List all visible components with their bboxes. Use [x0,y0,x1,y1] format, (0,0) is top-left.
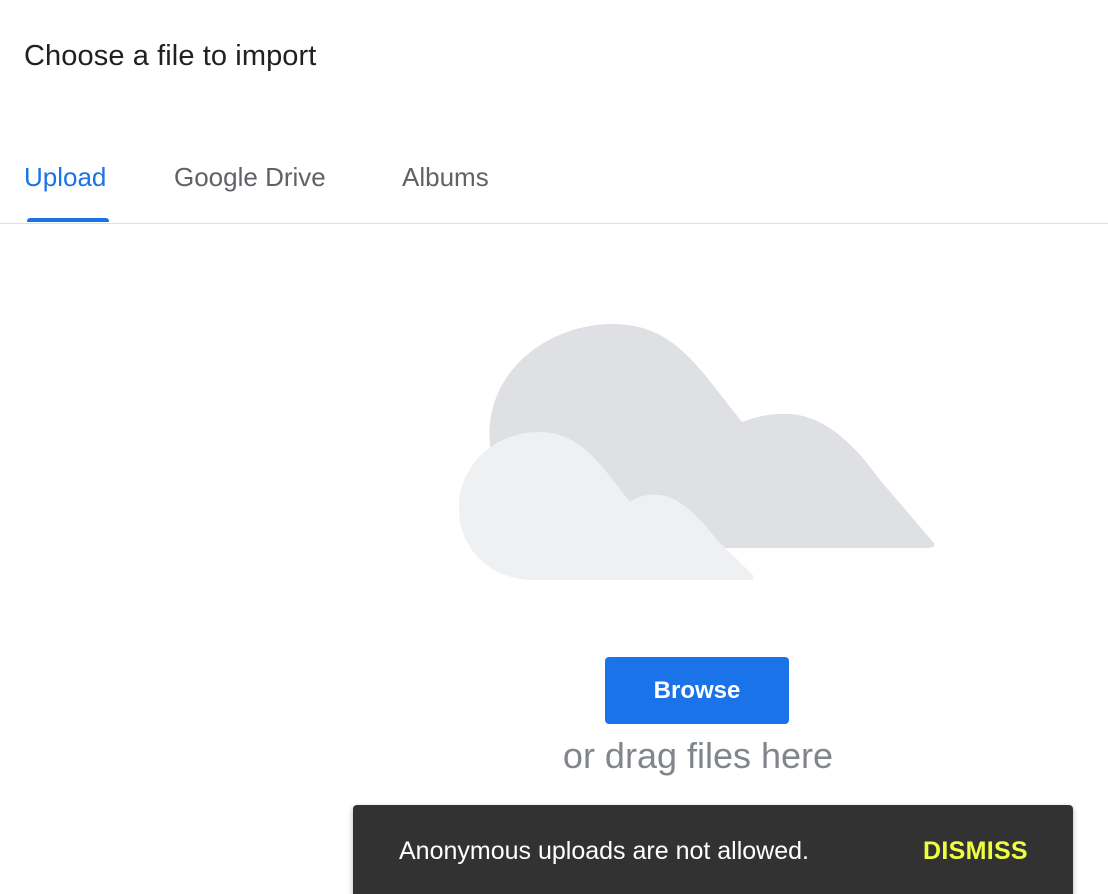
tab-upload[interactable]: Upload [24,162,106,193]
tab-albums[interactable]: Albums [402,162,489,193]
snackbar: Anonymous uploads are not allowed. DISMI… [353,805,1073,894]
dialog-title: Choose a file to import [24,40,317,72]
tab-bar: Upload Google Drive Albums [0,150,1108,224]
drag-hint-text: or drag files here [562,735,834,776]
dismiss-button[interactable]: DISMISS [923,837,1028,866]
import-dialog: Choose a file to import Upload Google Dr… [0,0,1108,894]
tab-google-drive[interactable]: Google Drive [174,162,326,193]
browse-button[interactable]: Browse [605,657,789,724]
snackbar-message: Anonymous uploads are not allowed. [399,837,809,865]
active-tab-indicator [27,218,109,222]
cloud-icon [458,323,935,580]
